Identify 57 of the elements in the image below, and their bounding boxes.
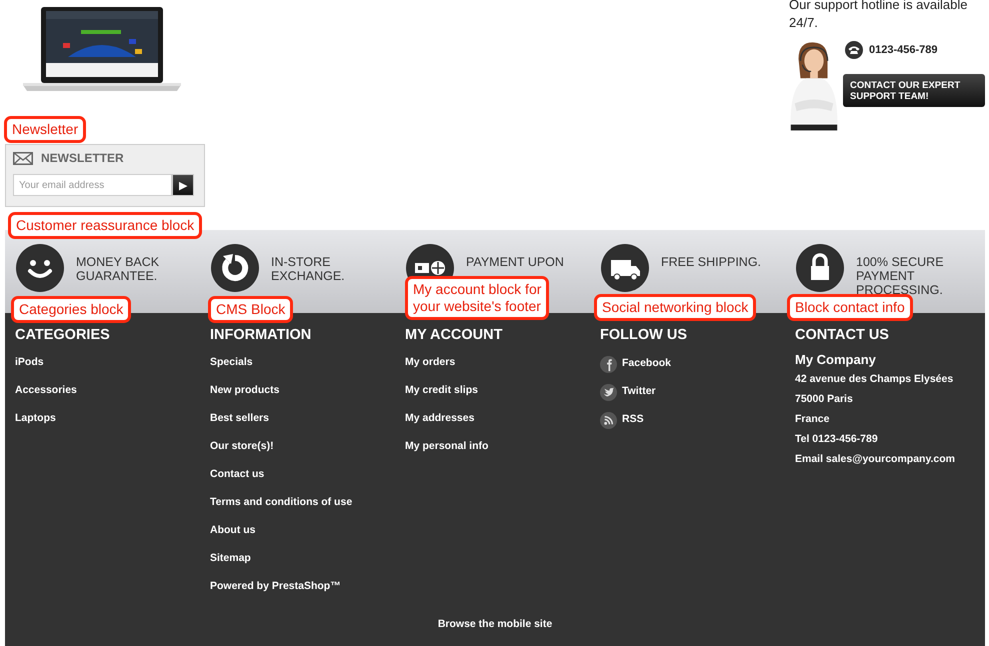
- newsletter-title: NEWSLETTER: [41, 151, 124, 165]
- annotation-label: Block contact info: [787, 294, 913, 321]
- footer-link[interactable]: New products: [210, 384, 405, 412]
- column-heading: INFORMATION: [210, 327, 312, 343]
- phone-number: 0123-456-789: [869, 44, 938, 56]
- bird-icon: [600, 384, 617, 401]
- company-name: My Company: [795, 352, 877, 367]
- contact-line: 75000 Paris: [795, 393, 854, 407]
- reassurance-text: 100% SECURE PAYMENT PROCESSING.: [856, 255, 944, 297]
- annotation-label: Categories block: [11, 296, 132, 323]
- social-link[interactable]: Facebook: [622, 356, 672, 384]
- phone-icon: [845, 41, 863, 59]
- annotation-label: Newsletter: [4, 116, 86, 143]
- envelope-icon: [13, 152, 33, 164]
- footer-link[interactable]: Laptops: [15, 412, 210, 440]
- facebook-icon: [600, 356, 617, 373]
- footer-link[interactable]: Specials: [210, 356, 405, 384]
- contact-support-button[interactable]: CONTACT OUR EXPERT SUPPORT TEAM!: [843, 74, 985, 107]
- reassurance-text: PAYMENT UPON: [466, 255, 564, 269]
- smile-icon: [16, 244, 64, 292]
- mobile-site-link[interactable]: Browse the mobile site: [438, 618, 552, 630]
- rss-icon: [600, 412, 617, 429]
- reassurance-text: IN-STORE EXCHANGE.: [271, 255, 345, 283]
- social-link[interactable]: RSS: [622, 412, 644, 440]
- footer-link[interactable]: Our store(s)!: [210, 440, 405, 468]
- column-heading: CONTACT US: [795, 327, 890, 343]
- annotation-label: Customer reassurance block: [8, 212, 202, 239]
- reassurance-text: FREE SHIPPING.: [661, 255, 762, 269]
- column-heading: MY ACCOUNT: [405, 327, 504, 343]
- contact-line: Tel 0123-456-789: [795, 433, 879, 447]
- annotation-label: Social networking block: [594, 294, 756, 321]
- footer-link[interactable]: Accessories: [15, 384, 210, 412]
- social-link[interactable]: Twitter: [622, 384, 656, 412]
- footer-link[interactable]: iPods: [15, 356, 210, 384]
- footer-link[interactable]: My addresses: [405, 412, 600, 440]
- contact-line: Email sales@yourcompany.com: [795, 453, 956, 467]
- footer-link[interactable]: My credit slips: [405, 384, 600, 412]
- annotation-label: My account block for your website's footer: [405, 276, 550, 320]
- footer-link[interactable]: Best sellers: [210, 412, 405, 440]
- annotation-label: CMS Block: [208, 296, 294, 323]
- contact-line: 42 avenue des Champs Elysées: [795, 373, 954, 387]
- footer-link[interactable]: Contact us: [210, 468, 405, 496]
- truck-icon: [601, 244, 649, 292]
- reassurance-text: MONEY BACK GUARANTEE.: [76, 255, 160, 283]
- footer-link[interactable]: My personal info: [405, 440, 600, 468]
- submit-button[interactable]: ▶: [172, 174, 194, 196]
- lock-icon: [796, 244, 844, 292]
- footer-link[interactable]: Powered by PrestaShop™: [210, 580, 405, 608]
- column-heading: FOLLOW US: [600, 327, 688, 343]
- contact-line: France: [795, 413, 830, 427]
- footer-link[interactable]: Sitemap: [210, 552, 405, 580]
- email-field[interactable]: Your email address: [13, 174, 172, 196]
- footer-link[interactable]: About us: [210, 524, 405, 552]
- column-heading: CATEGORIES: [15, 327, 111, 343]
- exchange-icon: [211, 244, 259, 292]
- footer-link[interactable]: Terms and conditions of use: [210, 496, 405, 524]
- footer-link[interactable]: My orders: [405, 356, 600, 384]
